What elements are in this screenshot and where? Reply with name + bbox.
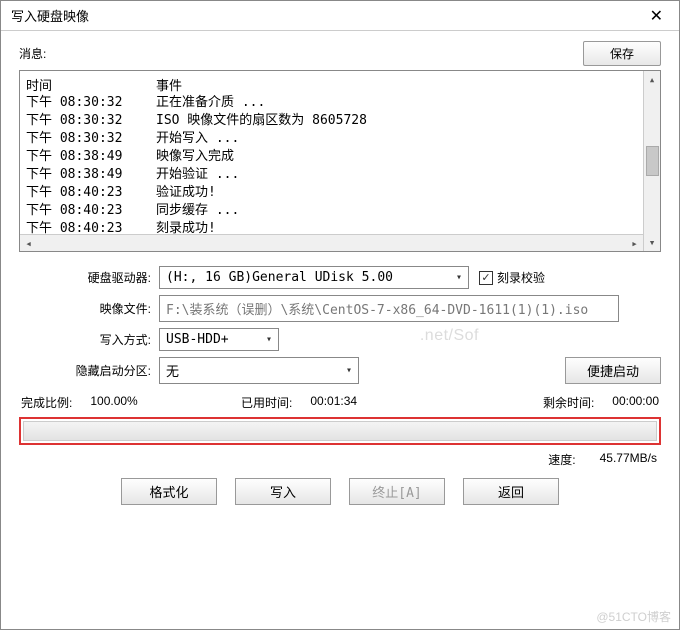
save-button[interactable]: 保存 [583,41,661,66]
chevron-down-icon: ▾ [456,272,462,283]
progress-highlight [19,417,661,445]
dialog-window: 写入硬盘映像 ✕ 消息: 保存 时间 事件 下午 08:30:32正在准备介质 … [0,0,680,630]
log-event: 映像写入完成 [156,148,654,166]
hide-boot-select[interactable]: 无 ▾ [159,357,359,384]
verify-checkbox[interactable]: ✓ 刻录校验 [479,269,545,286]
speed-label: 速度: [548,451,575,468]
close-icon[interactable]: ✕ [644,4,669,28]
image-path-field[interactable]: F:\装系统（误删）\系统\CentOS-7-x86_64-DVD-1611(1… [159,295,619,322]
scrollbar-horizontal[interactable]: ◂ ▸ [20,234,643,251]
log-time: 下午 08:30:32 [26,112,156,130]
progress-bar [23,421,657,441]
scroll-thumb[interactable] [646,146,659,176]
chevron-down-icon: ▾ [346,365,352,376]
abort-button: 终止[A] [349,478,445,505]
chevron-down-icon: ▾ [266,334,272,345]
elapsed-value: 00:01:34 [310,394,357,411]
log-time: 下午 08:40:23 [26,202,156,220]
log-event: 正在准备介质 ... [156,94,654,112]
content-area: 消息: 保存 时间 事件 下午 08:30:32正在准备介质 ...下午 08:… [1,31,679,511]
format-button[interactable]: 格式化 [121,478,217,505]
scroll-up-icon[interactable]: ▴ [644,71,661,88]
done-value: 100.00% [90,394,137,411]
log-time: 下午 08:38:49 [26,148,156,166]
drive-label: 硬盘驱动器: [19,269,159,286]
hide-boot-value: 无 [166,361,179,380]
log-row[interactable]: 下午 08:38:49映像写入完成 [26,148,654,166]
log-event: ISO 映像文件的扇区数为 8605728 [156,112,654,130]
elapsed-label: 已用时间: [241,394,292,411]
drive-select[interactable]: (H:, 16 GB)General UDisk 5.00 ▾ [159,266,469,289]
scroll-left-icon[interactable]: ◂ [20,235,37,252]
log-row[interactable]: 下午 08:38:49开始验证 ... [26,166,654,184]
log-time: 下午 08:40:23 [26,184,156,202]
write-mode-label: 写入方式: [19,331,159,348]
write-mode-select[interactable]: USB-HDD+ ▾ [159,328,279,351]
log-row[interactable]: 下午 08:30:32开始写入 ... [26,130,654,148]
image-label: 映像文件: [19,300,159,317]
remain-label: 剩余时间: [543,394,594,411]
log-listbox[interactable]: 时间 事件 下午 08:30:32正在准备介质 ...下午 08:30:32IS… [19,70,661,252]
log-event: 验证成功! [156,184,654,202]
scroll-right-icon[interactable]: ▸ [626,235,643,252]
window-title: 写入硬盘映像 [11,6,89,25]
log-time: 下午 08:38:49 [26,166,156,184]
watermark-text: @51CTO博客 [596,608,671,625]
log-event: 同步缓存 ... [156,202,654,220]
log-event: 开始验证 ... [156,166,654,184]
scroll-down-icon[interactable]: ▾ [644,234,661,251]
scrollbar-vertical[interactable]: ▴ ▾ [643,71,660,251]
back-button[interactable]: 返回 [463,478,559,505]
drive-value: (H:, 16 GB)General UDisk 5.00 [166,270,393,285]
log-header-time: 时间 [26,75,156,94]
check-icon: ✓ [479,271,493,285]
titlebar: 写入硬盘映像 ✕ [1,1,679,31]
log-row[interactable]: 下午 08:40:23验证成功! [26,184,654,202]
verify-label: 刻录校验 [497,269,545,286]
log-time: 下午 08:30:32 [26,94,156,112]
log-row[interactable]: 下午 08:30:32ISO 映像文件的扇区数为 8605728 [26,112,654,130]
hide-boot-label: 隐藏启动分区: [19,362,159,379]
log-event: 开始写入 ... [156,130,654,148]
log-header-event: 事件 [156,75,654,94]
speed-value: 45.77MB/s [600,451,657,468]
write-mode-value: USB-HDD+ [166,332,229,347]
image-value: F:\装系统（误删）\系统\CentOS-7-x86_64-DVD-1611(1… [166,299,588,318]
done-label: 完成比例: [21,394,72,411]
log-time: 下午 08:30:32 [26,130,156,148]
quick-boot-button[interactable]: 便捷启动 [565,357,661,384]
remain-value: 00:00:00 [612,394,659,411]
log-row[interactable]: 下午 08:40:23同步缓存 ... [26,202,654,220]
write-button[interactable]: 写入 [235,478,331,505]
message-label: 消息: [19,45,46,62]
log-row[interactable]: 下午 08:30:32正在准备介质 ... [26,94,654,112]
